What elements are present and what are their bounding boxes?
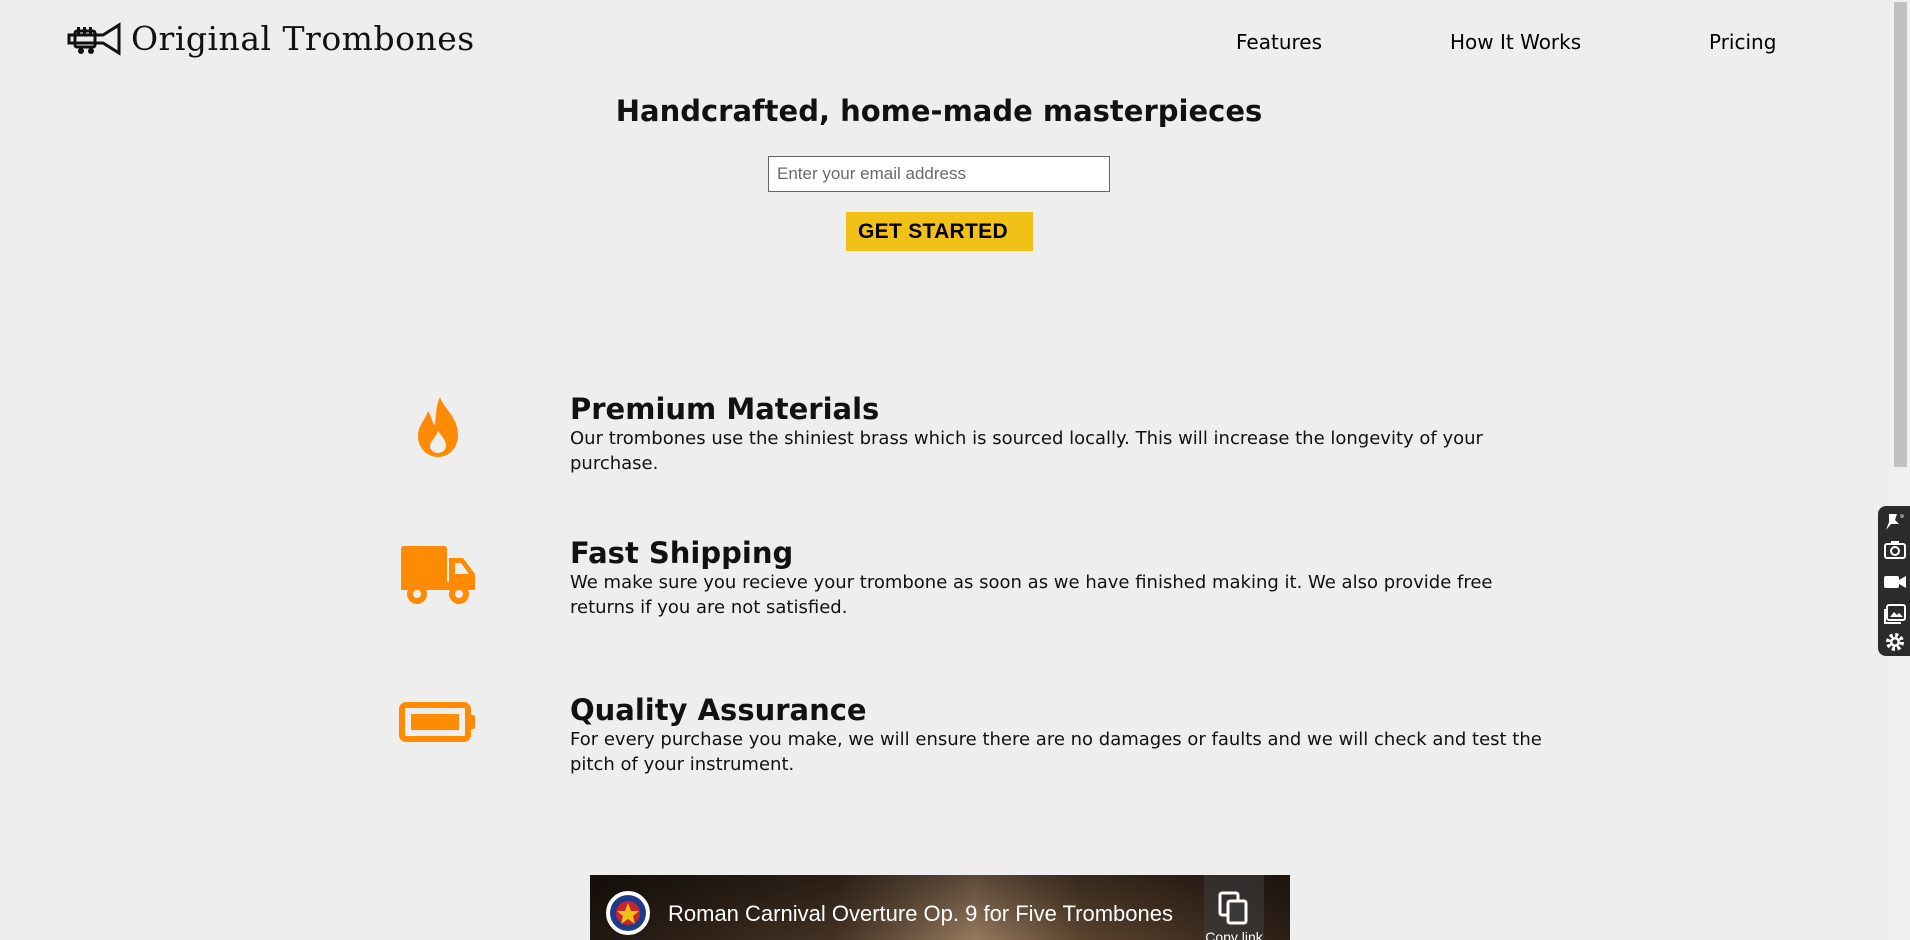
brand-name: Original Trombones (131, 19, 475, 58)
pin-icon[interactable] (1883, 510, 1907, 534)
email-input[interactable] (768, 156, 1110, 192)
feature-title: Quality Assurance (570, 693, 867, 727)
scrollbar-thumb[interactable] (1894, 2, 1907, 467)
trumpet-icon (67, 22, 121, 56)
battery-icon (395, 687, 481, 757)
channel-avatar[interactable] (606, 891, 650, 935)
nav-link-features[interactable]: Features (1236, 30, 1322, 54)
page-scrollbar[interactable] (1890, 0, 1910, 940)
camera-icon[interactable] (1883, 538, 1907, 562)
video-embed[interactable]: Roman Carnival Overture Op. 9 for Five T… (590, 875, 1290, 940)
feature-text: Premium Materials Our trombones use the … (570, 392, 1560, 476)
feature-description: For every purchase you make, we will ens… (570, 729, 1542, 775)
hero-title: Handcrafted, home-made masterpieces (615, 94, 1263, 128)
floating-capture-toolbar (1878, 506, 1910, 656)
gallery-icon[interactable] (1883, 602, 1907, 626)
feature-description: Our trombones use the shiniest brass whi… (570, 428, 1483, 474)
feature-description: We make sure you recieve your trombone a… (570, 572, 1493, 618)
truck-icon (395, 540, 481, 610)
copy-link-label: Copy link (1205, 929, 1263, 940)
brand[interactable]: Original Trombones (67, 20, 475, 58)
feature-text: Quality Assurance For every purchase you… (570, 693, 1560, 777)
copy-icon (1218, 891, 1248, 925)
nav-link-pricing[interactable]: Pricing (1709, 30, 1776, 54)
feature-title: Premium Materials (570, 392, 880, 426)
nav-link-how-it-works[interactable]: How It Works (1450, 30, 1581, 54)
feature-text: Fast Shipping We make sure you recieve y… (570, 536, 1560, 620)
video-camera-icon[interactable] (1883, 570, 1907, 594)
get-started-button[interactable]: GET STARTED (846, 212, 1033, 251)
gear-icon[interactable] (1883, 630, 1907, 654)
video-title[interactable]: Roman Carnival Overture Op. 9 for Five T… (668, 901, 1173, 927)
feature-title: Fast Shipping (570, 536, 794, 570)
fire-icon (395, 392, 481, 462)
site-header: Original Trombones Features How It Works… (0, 0, 1890, 80)
copy-link-button[interactable]: Copy link (1204, 875, 1264, 940)
